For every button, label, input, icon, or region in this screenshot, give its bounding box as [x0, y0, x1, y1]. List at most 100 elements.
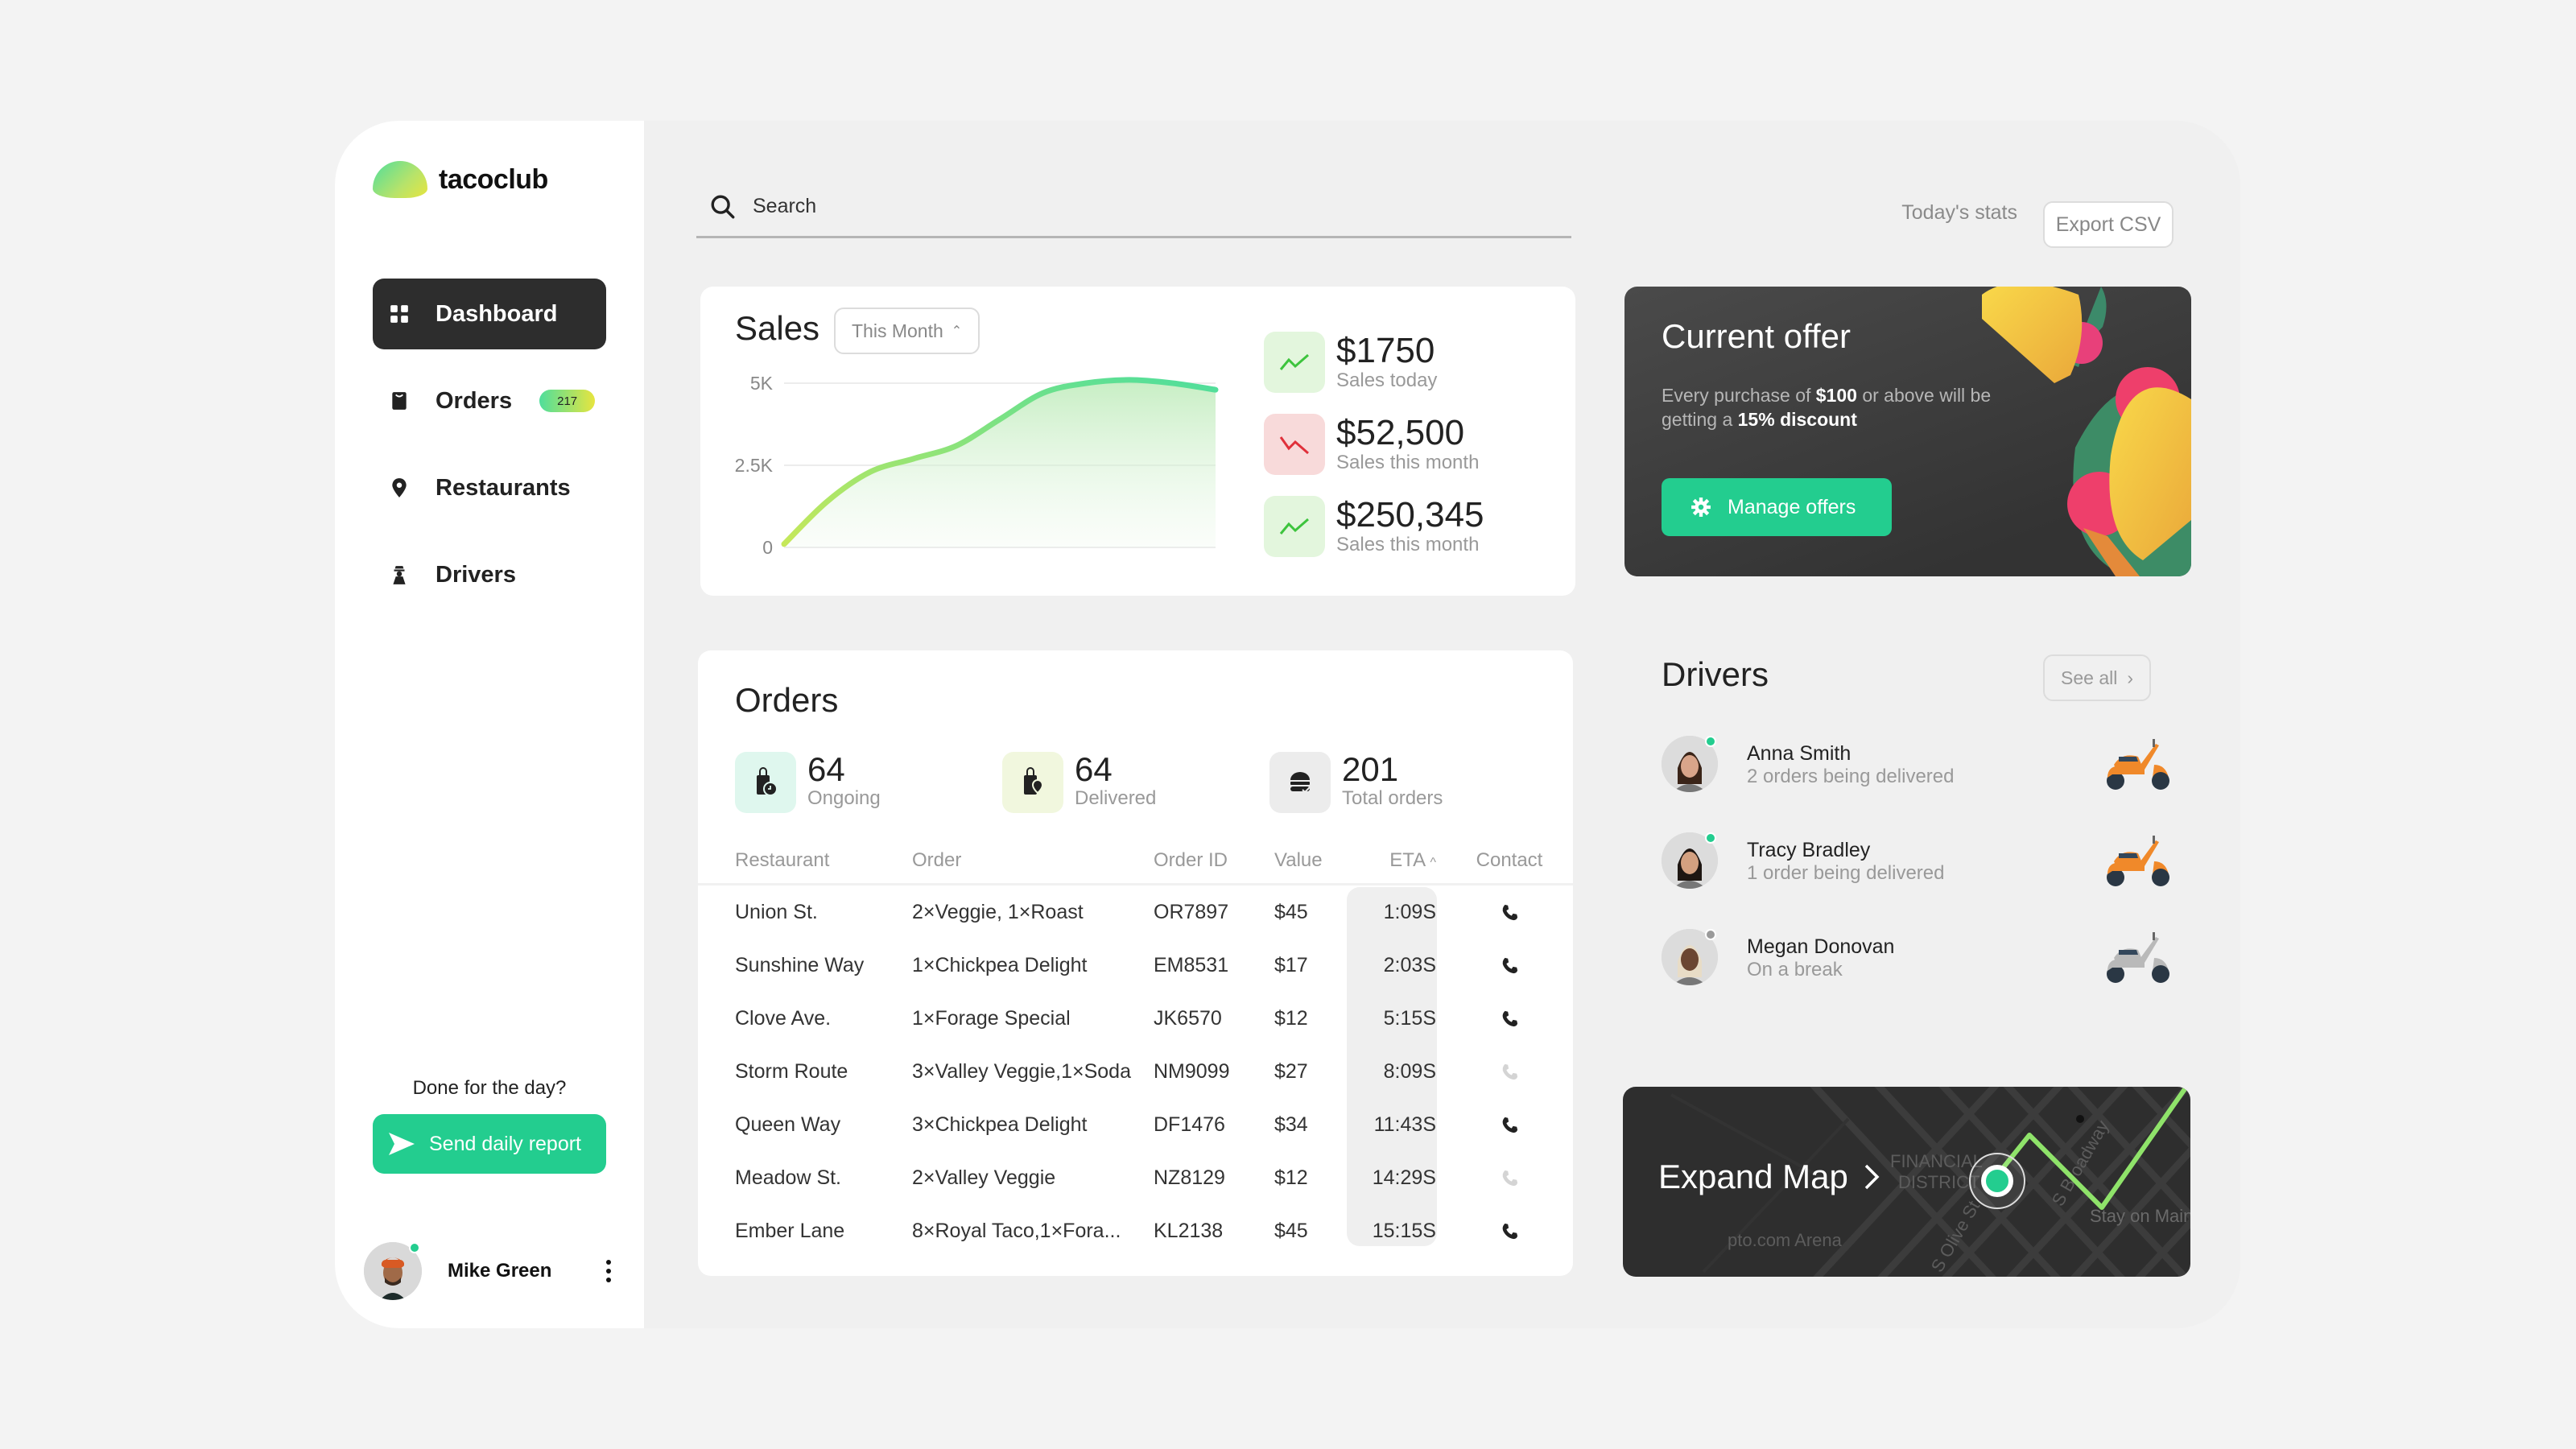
online-status-dot [409, 1242, 420, 1253]
grid-icon [387, 302, 411, 326]
sidebar-item-drivers[interactable]: Drivers [373, 539, 606, 610]
call-button[interactable] [1457, 1116, 1562, 1133]
send-daily-report-label: Send daily report [429, 1132, 582, 1155]
brand-name: tacoclub [439, 163, 548, 195]
offer-description: Every purchase of $100 or above will be … [1662, 385, 1992, 430]
sidebar-item-label: Orders [436, 387, 513, 414]
sidebar-item-dashboard[interactable]: Dashboard [373, 279, 606, 349]
col-order[interactable]: Order [899, 849, 1154, 872]
driver-item[interactable]: Megan Donovan On a break [1662, 929, 2177, 1026]
driver-avatar [1662, 929, 1718, 985]
col-order-id[interactable]: Order ID [1154, 849, 1274, 872]
chevron-right-icon [1864, 1164, 1880, 1190]
cell-value: $34 [1274, 1113, 1308, 1136]
stat-label: Sales today [1336, 369, 1438, 391]
see-all-drivers-button[interactable]: See all › [2043, 654, 2151, 701]
orders-table: Restaurant Order Order ID Value ETA ^ Co… [698, 837, 1573, 1257]
cell-restaurant: Union St. [735, 900, 818, 923]
sidebar-item-orders[interactable]: Orders 217 [373, 365, 606, 436]
trend-up-icon [1264, 496, 1325, 557]
call-button[interactable] [1457, 956, 1562, 974]
cell-restaurant: Storm Route [735, 1059, 848, 1083]
col-eta[interactable]: ETA ^ [1347, 849, 1457, 872]
export-csv-button[interactable]: Export CSV [2043, 201, 2174, 248]
search-bar[interactable] [696, 177, 1571, 238]
table-row[interactable]: Ember Lane 8×Royal Taco,1×Fora... KL2138 $4… [698, 1204, 1573, 1257]
cell-value: $45 [1274, 900, 1308, 923]
driver-avatar [1662, 736, 1718, 792]
cell-order-id: DF1476 [1154, 1113, 1225, 1136]
driver-status: 2 orders being delivered [1747, 766, 1955, 787]
chevron-up-icon: ⌃ [951, 324, 963, 338]
cell-eta: 2:03S [1383, 953, 1436, 976]
col-restaurant[interactable]: Restaurant [698, 849, 899, 872]
table-row[interactable]: Clove Ave. 1×Forage Special JK6570 $12 5:15S [698, 992, 1573, 1045]
user-profile[interactable]: Mike Green [364, 1242, 621, 1300]
call-button [1457, 1169, 1562, 1187]
period-dropdown[interactable]: This Month ⌃ [834, 308, 980, 354]
map-label-stay-on-main: Stay on Main [2090, 1206, 2190, 1226]
sales-stat: $52,500 Sales this month [1264, 414, 1554, 496]
send-icon [389, 1133, 415, 1155]
driver-name: Tracy Bradley [1747, 839, 1871, 861]
call-button[interactable] [1457, 903, 1562, 921]
done-for-day-prompt: Done for the day? [412, 1077, 567, 1099]
col-value[interactable]: Value [1274, 849, 1347, 872]
manage-offers-button[interactable]: Manage offers [1662, 478, 1892, 536]
sidebar-item-label: Drivers [436, 561, 516, 588]
phone-icon [1502, 957, 1518, 974]
cell-eta: 11:43S [1373, 1113, 1436, 1136]
orders-summary-total: 201 Total orders [1269, 752, 1537, 813]
map-label-arena: pto.com Arena [1728, 1230, 1843, 1250]
orders-count-badge: 217 [539, 390, 596, 412]
table-row[interactable]: Storm Route 3×Valley Veggie,1×Soda NM9099 $… [698, 1045, 1573, 1098]
scooter-icon [2107, 836, 2169, 886]
expand-map-label[interactable]: Expand Map [1658, 1158, 1882, 1196]
table-row[interactable]: Meadow St. 2×Valley Veggie NZ8129 $12 14:29S [698, 1151, 1573, 1204]
burger-icon [1269, 752, 1331, 813]
cell-order: 1×Chickpea Delight [912, 953, 1088, 976]
stat-value: $52,500 [1336, 413, 1465, 452]
driver-item[interactable]: Anna Smith 2 orders being delivered [1662, 736, 2177, 832]
cell-order-id: JK6570 [1154, 1006, 1222, 1030]
sidebar-item-label: Restaurants [436, 474, 571, 501]
summary-label: Total orders [1342, 787, 1443, 809]
driver-status: 1 order being delivered [1747, 862, 1945, 884]
sales-title: Sales [735, 309, 820, 347]
cell-order: 8×Royal Taco,1×Fora... [912, 1219, 1121, 1242]
table-row[interactable]: Queen Way 3×Chickpea Delight DF1476 $34 11:4… [698, 1098, 1573, 1151]
chevron-right-icon: › [2127, 667, 2133, 688]
scooter-icon [2107, 932, 2169, 983]
cell-restaurant: Ember Lane [735, 1219, 845, 1242]
expand-map-card[interactable]: FINANCIAL DISTRICT S Broadway S Olive St… [1623, 1087, 2190, 1277]
sidebar-item-label: Dashboard [436, 300, 558, 327]
sales-card: Sales This Month ⌃ 0 2.5K 5K $1750 Sales… [700, 287, 1575, 596]
driver-status: On a break [1747, 959, 1843, 980]
sidebar-nav: Dashboard Orders 217 Restaurants Drivers [373, 279, 606, 626]
more-options-icon[interactable] [601, 1255, 617, 1287]
sort-asc-icon: ^ [1430, 855, 1436, 869]
table-row[interactable]: Sunshine Way 1×Chickpea Delight EM8531 $17 2… [698, 939, 1573, 992]
send-daily-report-button[interactable]: Send daily report [373, 1114, 606, 1174]
user-avatar[interactable] [364, 1242, 422, 1300]
cell-value: $45 [1274, 1219, 1308, 1242]
call-button[interactable] [1457, 1222, 1562, 1240]
orders-card: Orders 64 Ongoing 64 Delivered 201 Total or… [698, 650, 1573, 1276]
period-value: This Month [852, 320, 943, 341]
search-input[interactable] [753, 195, 1477, 218]
logo[interactable]: tacoclub [373, 161, 548, 198]
cell-eta: 5:15S [1383, 1006, 1436, 1030]
map-pin-icon [387, 476, 411, 500]
driver-item[interactable]: Tracy Bradley 1 order being delivered [1662, 832, 2177, 929]
current-offer-card: Current offer Every purchase of $100 or … [1624, 287, 2191, 576]
cell-restaurant: Sunshine Way [735, 953, 865, 976]
cell-order: 3×Chickpea Delight [912, 1113, 1088, 1136]
driver-name: Anna Smith [1747, 742, 1852, 765]
todays-stats-label[interactable]: Today's stats [1816, 201, 2017, 225]
orders-summary-delivered: 64 Delivered [1002, 752, 1269, 813]
bag-check-icon [1002, 752, 1063, 813]
table-row[interactable]: Union St. 2×Veggie, 1×Roast OR7897 $45 1:09S [698, 886, 1573, 939]
drivers-list: Anna Smith 2 orders being delivered Tracy … [1662, 736, 2177, 1026]
call-button[interactable] [1457, 1009, 1562, 1027]
sidebar-item-restaurants[interactable]: Restaurants [373, 452, 606, 523]
